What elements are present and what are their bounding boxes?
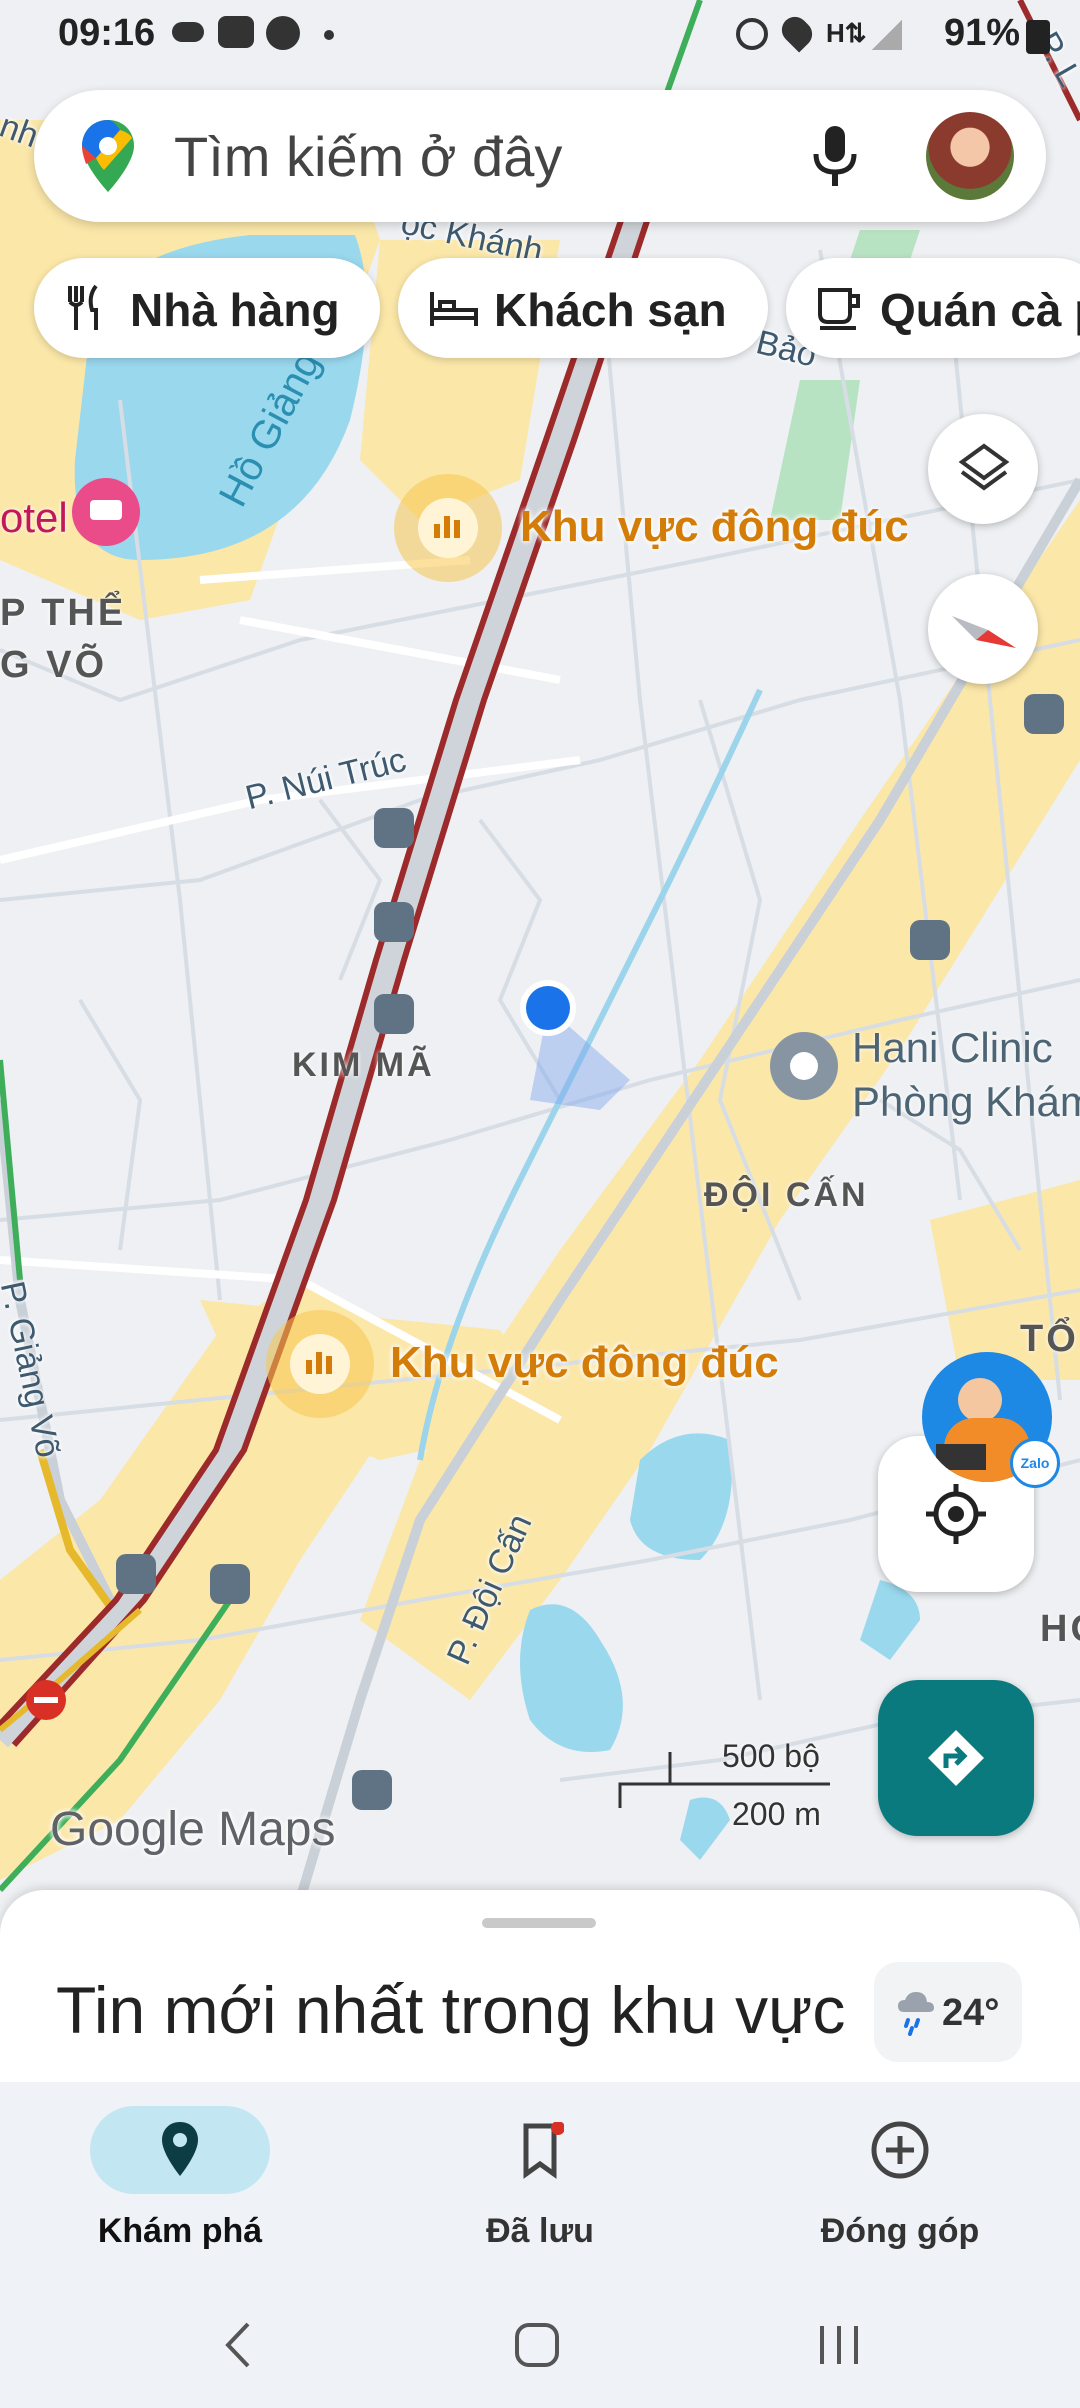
battery-icon [1026, 20, 1050, 54]
layers-button[interactable] [928, 414, 1038, 524]
signal-icon [872, 20, 902, 50]
chip-restaurants-label: Nhà hàng [130, 284, 340, 336]
dot-icon [324, 30, 334, 40]
status-bar: 09:16 H⇅ 91% [0, 0, 1080, 70]
coffee-icon [818, 288, 860, 330]
location-icon [776, 11, 818, 53]
weather-chip[interactable]: 24° [874, 1962, 1022, 2062]
messenger-icon [266, 16, 300, 50]
scale-label-ft: 500 bộ [722, 1738, 820, 1774]
map-label-crowd-1: Khu vực đông đúc [520, 502, 909, 551]
news-sheet[interactable]: Tin mới nhất trong khu vực 24° [0, 1890, 1080, 2082]
zalo-icon [218, 16, 254, 48]
hotel-icon [430, 292, 478, 326]
map-label-kim-ma: KIM MÃ [292, 1046, 435, 1084]
chip-coffee[interactable]: Quán cà phê [786, 258, 1080, 358]
directions-icon [928, 1730, 984, 1786]
google-maps-pin-icon [82, 120, 134, 192]
zalo-badge: Zalo [1010, 1438, 1060, 1488]
alarm-icon [736, 18, 768, 50]
explore-pin-icon [162, 2122, 198, 2176]
scale-label-m: 200 m [732, 1796, 821, 1832]
battery-percent: 91% [943, 12, 1020, 54]
sheet-drag-handle[interactable] [482, 1918, 596, 1928]
bookmark-icon [523, 2122, 564, 2179]
nav-explore[interactable]: Khám phá [30, 2106, 330, 2251]
home-icon[interactable] [512, 2320, 562, 2370]
compass-icon [952, 616, 1016, 648]
nav-contribute[interactable]: Đóng góp [750, 2106, 1050, 2251]
nav-saved-pill [450, 2106, 630, 2194]
nav-contribute-pill [810, 2106, 990, 2194]
map-label-hotel: otel [0, 494, 68, 541]
nav-explore-pill [90, 2106, 270, 2194]
restaurant-icon [68, 284, 98, 330]
data-icon: H⇅ [826, 18, 867, 48]
search-bar[interactable]: Tìm kiếm ở đây [34, 90, 1046, 222]
chip-hotels[interactable]: Khách sạn [398, 258, 768, 358]
map-label-crowd-2: Khu vực đông đúc [390, 1338, 779, 1387]
map-label-clinic-2: Phòng Khám [852, 1078, 1080, 1125]
nav-saved-label: Đã lưu [486, 2212, 594, 2250]
system-navigation [0, 2282, 1080, 2408]
cloud-icon [172, 22, 204, 42]
mic-icon[interactable] [810, 124, 860, 190]
sheet-title: Tin mới nhất trong khu vực [56, 1973, 846, 2047]
bottom-navigation: Khám phá Đã lưu Đóng góp [0, 2082, 1080, 2282]
chip-restaurants[interactable]: Nhà hàng [34, 258, 380, 358]
map-label-area-left-2: G VÕ [0, 644, 108, 686]
compass-button[interactable] [928, 574, 1038, 684]
add-circle-icon [871, 2121, 929, 2179]
nav-saved[interactable]: Đã lưu [390, 2106, 690, 2251]
chip-coffee-label: Quán cà phê [880, 284, 1080, 336]
location-dot [526, 986, 570, 1030]
map-label-clinic-1: Hani Clinic [852, 1024, 1053, 1071]
layers-icon [958, 443, 1010, 491]
search-input[interactable]: Tìm kiếm ở đây [174, 124, 562, 189]
map-label-area-left: P THỂ [0, 592, 127, 634]
status-time: 09:16 [58, 12, 156, 54]
map-label-doi-can: ĐỘI CẤN [704, 1176, 869, 1214]
google-maps-logo: Google Maps [50, 1803, 336, 1856]
weather-temp: 24° [942, 1992, 1000, 2034]
rain-cloud-icon [898, 1992, 934, 2036]
nav-contribute-label: Đóng góp [820, 2212, 980, 2250]
map-label-ho-right: HO [1040, 1608, 1080, 1650]
chip-hotels-label: Khách sạn [494, 284, 727, 336]
my-location-icon [926, 1484, 986, 1544]
back-icon[interactable] [218, 2320, 258, 2370]
nav-explore-label: Khám phá [97, 2212, 263, 2250]
map-label-to-right: TỔ [1020, 1318, 1079, 1360]
profile-avatar[interactable] [926, 112, 1014, 200]
directions-button[interactable] [878, 1680, 1034, 1836]
recents-icon[interactable] [814, 2320, 864, 2370]
